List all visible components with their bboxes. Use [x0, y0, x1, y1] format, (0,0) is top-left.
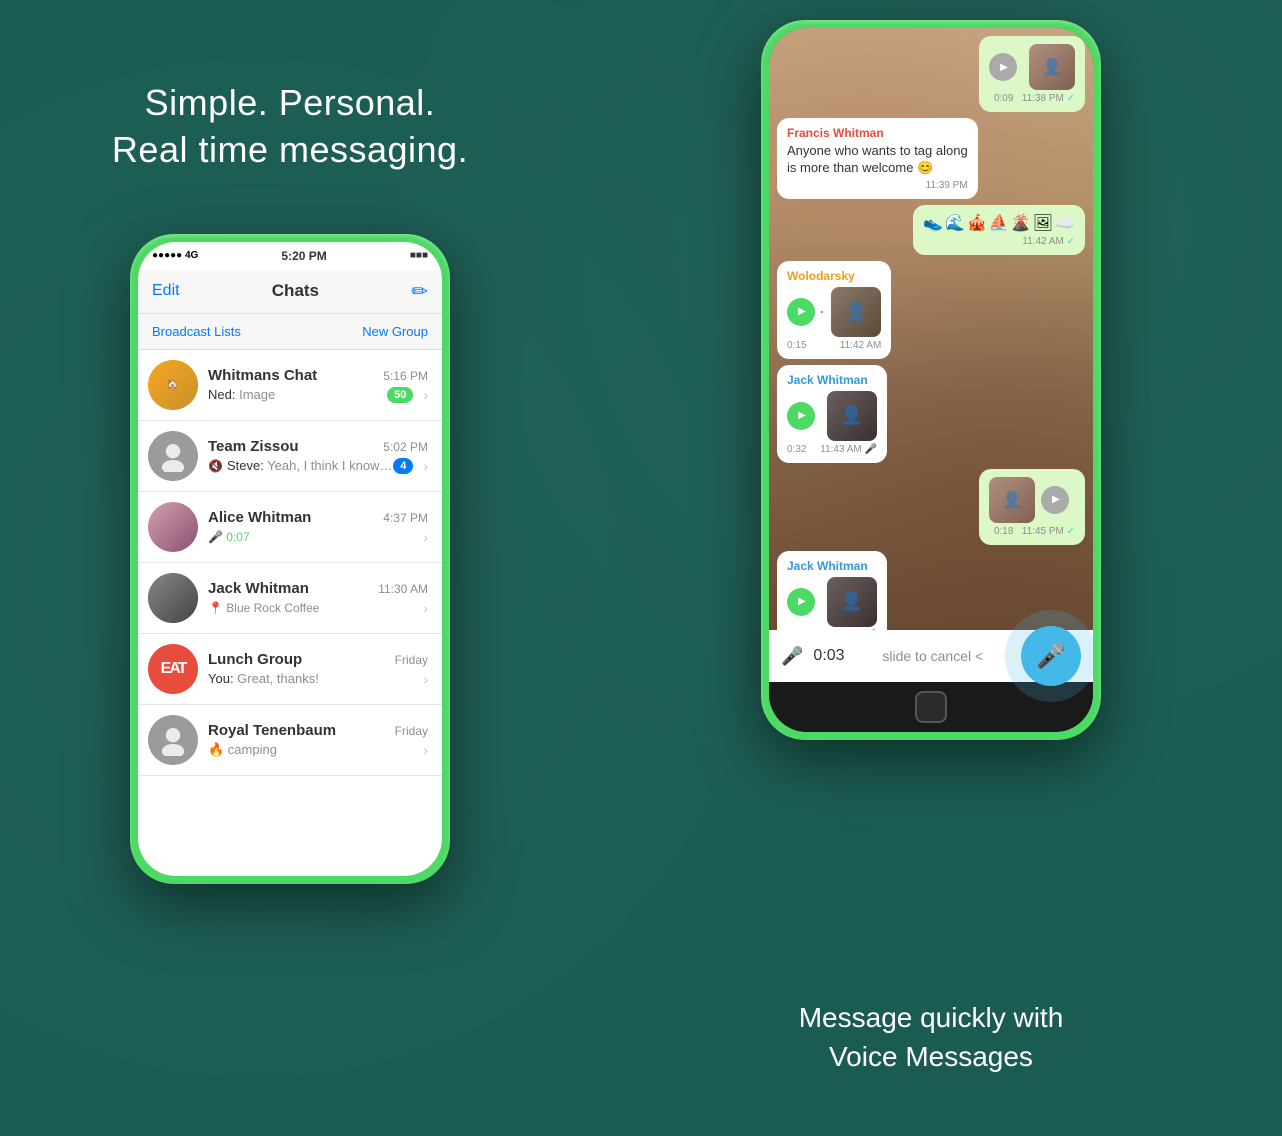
tagline: Simple. Personal. Real time messaging. — [112, 80, 468, 174]
chevron-right-icon: › — [423, 671, 428, 687]
nav-bar: Edit Chats ✏ — [138, 270, 442, 314]
chats-title: Chats — [272, 281, 319, 301]
home-button-area — [769, 682, 1093, 732]
message-bubble: Wolodarsky ▶ — [777, 261, 891, 359]
unread-badge: 4 — [393, 458, 413, 474]
chevron-right-icon: › — [423, 600, 428, 616]
broadcast-lists-button[interactable]: Broadcast Lists — [152, 324, 241, 339]
list-item[interactable]: Jack Whitman 11:30 AM 📍 Blue Rock Coffee… — [138, 563, 442, 634]
status-time: 5:20 PM — [281, 249, 326, 263]
status-bar: ●●●●● 4G 5:20 PM ■■■ — [138, 242, 442, 270]
chat-list: 🏠 Whitmans Chat 5:16 PM Ned: Image — [138, 350, 442, 876]
unread-badge: 50 — [387, 387, 413, 403]
message-bubble: 👤 ▶ — [979, 469, 1085, 545]
chat-preview: 📍 Blue Rock Coffee — [208, 601, 417, 615]
left-panel: Simple. Personal. Real time messaging. ●… — [0, 0, 580, 1136]
chat-preview: You: Great, thanks! — [208, 671, 417, 686]
chat-name: Whitmans Chat — [208, 367, 317, 384]
chat-time: Friday — [395, 724, 428, 738]
new-group-button[interactable]: New Group — [362, 324, 428, 339]
slide-to-cancel: slide to cancel < — [845, 648, 1021, 664]
chat-time: Friday — [395, 653, 428, 667]
chevron-right-icon: › — [423, 387, 428, 403]
chat-name: Alice Whitman — [208, 509, 311, 526]
list-item[interactable]: Royal Tenenbaum Friday 🔥 camping › — [138, 705, 442, 776]
messages-container: ▶ 👤 — [769, 28, 1093, 630]
bottom-tagline: Message quickly with Voice Messages — [799, 998, 1064, 1076]
voice-send-button[interactable]: 🎤 — [1021, 626, 1081, 686]
avatar — [148, 431, 198, 481]
edit-button[interactable]: Edit — [152, 282, 180, 300]
phone-left: ●●●●● 4G 5:20 PM ■■■ Edit Chats ✏ — [130, 234, 450, 884]
chat-name: Royal Tenenbaum — [208, 722, 336, 739]
list-item[interactable]: Team Zissou 5:02 PM 🔇Steve: Yeah, I thin… — [138, 421, 442, 492]
chat-time: 4:37 PM — [383, 511, 428, 525]
chat-name: Lunch Group — [208, 651, 302, 668]
list-item[interactable]: EAT Lunch Group Friday You: Great, thank… — [138, 634, 442, 705]
message-bubble: ▶ 👤 — [979, 36, 1085, 112]
chevron-right-icon: › — [423, 742, 428, 758]
list-item[interactable]: Alice Whitman 4:37 PM 🎤 0:07 › — [138, 492, 442, 563]
phone-right: ▶ 👤 — [761, 20, 1101, 740]
compose-button[interactable]: ✏ — [411, 279, 428, 304]
avatar — [148, 573, 198, 623]
list-item[interactable]: 🏠 Whitmans Chat 5:16 PM Ned: Image — [138, 350, 442, 421]
battery: ■■■ — [410, 250, 428, 261]
avatar: EAT — [148, 644, 198, 694]
chevron-right-icon: › — [423, 529, 428, 545]
chat-preview: 🔇Steve: Yeah, I think I know wha... — [208, 458, 393, 473]
chevron-right-icon: › — [423, 458, 428, 474]
message-bubble: Jack Whitman ▶ — [777, 551, 887, 630]
chat-background: ▶ 👤 — [769, 28, 1093, 630]
mic-icon: 🎤 — [781, 646, 803, 667]
message-bubble: 👟🌊🎪⛵🌋🖼☁️ 11:42 AM ✓ — [913, 205, 1085, 255]
chat-preview: 🔥 camping — [208, 742, 417, 758]
chat-name: Team Zissou — [208, 438, 299, 455]
right-panel: ▶ 👤 — [580, 0, 1282, 1136]
chat-preview: Ned: Image — [208, 387, 387, 402]
chat-time: 5:16 PM — [383, 369, 428, 383]
home-button[interactable] — [915, 691, 947, 723]
broadcast-bar: Broadcast Lists New Group — [138, 314, 442, 350]
voice-timer: 0:03 — [813, 647, 844, 665]
avatar — [148, 715, 198, 765]
message-bubble: Francis Whitman Anyone who wants to tag … — [777, 118, 978, 199]
avatar — [148, 502, 198, 552]
voice-recording-bar: 🎤 0:03 slide to cancel < 🎤 — [769, 630, 1093, 682]
chat-preview: 🎤 0:07 — [208, 530, 417, 544]
message-bubble: Jack Whitman ▶ — [777, 365, 887, 463]
chat-time: 5:02 PM — [383, 440, 428, 454]
chat-time: 11:30 AM — [378, 582, 428, 596]
signal-dots: ●●●●● 4G — [152, 250, 198, 261]
avatar: 🏠 — [148, 360, 198, 410]
microphone-icon: 🎤 — [1036, 642, 1066, 671]
chat-name: Jack Whitman — [208, 580, 309, 597]
